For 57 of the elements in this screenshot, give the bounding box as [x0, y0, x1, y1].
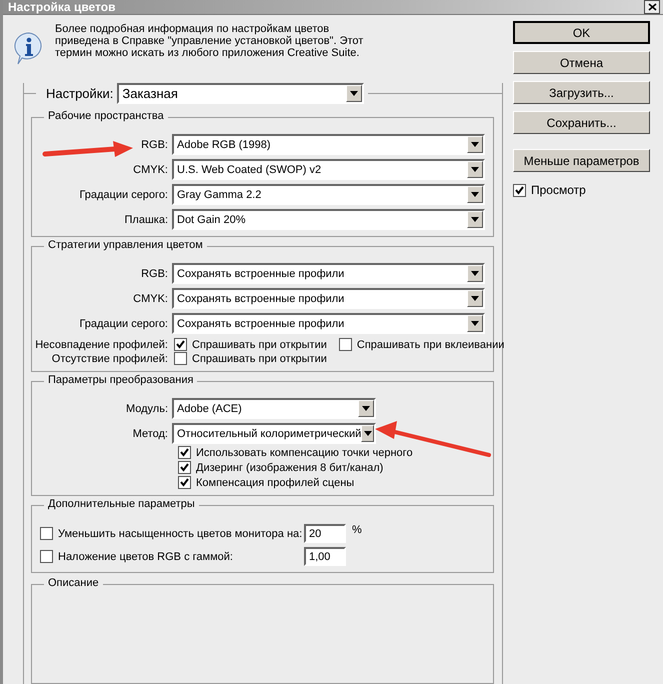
- dropdown[interactable]: Заказная: [117, 83, 364, 104]
- checkbox[interactable]: [338, 338, 352, 351]
- close-button[interactable]: [644, 0, 660, 14]
- dialog-button[interactable]: Загрузить...: [513, 81, 650, 104]
- dropdown[interactable]: U.S. Web Coated (SWOP) v2: [172, 159, 485, 180]
- group-title: Рабочие пространства: [44, 110, 168, 122]
- checkbox-label: Спрашивать при вклеивании: [356, 338, 504, 350]
- number-field[interactable]: 1,00: [304, 547, 346, 566]
- field-label: Градации серого:: [79, 188, 168, 200]
- field-label: Настройки:: [46, 86, 114, 101]
- dropdown[interactable]: Сохранять встроенные профили: [172, 313, 485, 334]
- close-icon: [648, 3, 656, 11]
- field-label: RGB:: [141, 268, 168, 280]
- field-label: Метод:: [132, 428, 168, 440]
- field-label: CMYK:: [133, 292, 168, 304]
- checkbox[interactable]: [178, 476, 191, 489]
- checkbox-label: Спрашивать при открытии: [192, 338, 327, 350]
- dialog-button[interactable]: Сохранить...: [513, 111, 650, 134]
- checkbox-label: Дизеринг (изображения 8 бит/канал): [196, 462, 384, 474]
- checkbox-label: Уменьшить насыщенность цветов монитора на:: [58, 528, 302, 540]
- dropdown[interactable]: Dot Gain 20%: [172, 209, 485, 230]
- group-title: Стратегии управления цветом: [44, 239, 207, 251]
- dropdown[interactable]: Сохранять встроенные профили: [172, 263, 485, 284]
- checkbox[interactable]: [513, 184, 526, 196]
- field-label: Модуль:: [126, 402, 168, 414]
- checkbox-label: Спрашивать при открытии: [192, 352, 327, 364]
- checkbox-label: Наложение цветов RGB с гаммой:: [58, 550, 233, 562]
- dropdown[interactable]: Adobe RGB (1998): [172, 134, 485, 155]
- group-title: Описание: [44, 577, 103, 589]
- field-label: Градации серого:: [79, 318, 168, 330]
- number-field[interactable]: 20: [304, 524, 346, 543]
- dropdown[interactable]: Adobe (ACE): [172, 398, 376, 419]
- dialog-button[interactable]: OK: [513, 21, 650, 44]
- unit-label: %: [352, 524, 362, 536]
- checkbox[interactable]: [174, 338, 187, 351]
- checkbox-label: Просмотр: [531, 183, 586, 197]
- field-label: Отсутствие профилей:: [52, 352, 168, 364]
- dropdown[interactable]: Сохранять встроенные профили: [172, 288, 485, 309]
- dropdown[interactable]: Gray Gamma 2.2: [172, 184, 485, 205]
- checkbox[interactable]: [174, 352, 187, 365]
- info-text: Более подробная информация по настройкам цветов приведена в Справке "управление установкой цветов". Этот термин можно искать из любого приложения Creative Suite.: [55, 23, 364, 59]
- dialog-button[interactable]: Отмена: [513, 51, 650, 74]
- checkbox[interactable]: [178, 461, 191, 474]
- dialog-button[interactable]: Меньше параметров: [513, 149, 650, 172]
- group-title: Дополнительные параметры: [44, 498, 199, 510]
- checkbox-label: Использовать компенсацию точки черного: [196, 446, 413, 458]
- field-label: CMYK:: [133, 164, 168, 176]
- field-label: Плашка:: [124, 214, 168, 226]
- group-title: Параметры преобразования: [44, 374, 198, 386]
- field-label: Несовпадение профилей:: [35, 338, 168, 350]
- field-label: RGB:: [141, 138, 168, 150]
- checkbox[interactable]: [40, 527, 53, 540]
- checkbox[interactable]: [178, 446, 191, 459]
- window-title: Настройка цветов: [8, 0, 116, 14]
- checkbox-label: Компенсация профилей сцены: [196, 476, 354, 488]
- checkbox[interactable]: [40, 550, 53, 563]
- dropdown[interactable]: Относительный колориметрический: [172, 423, 376, 444]
